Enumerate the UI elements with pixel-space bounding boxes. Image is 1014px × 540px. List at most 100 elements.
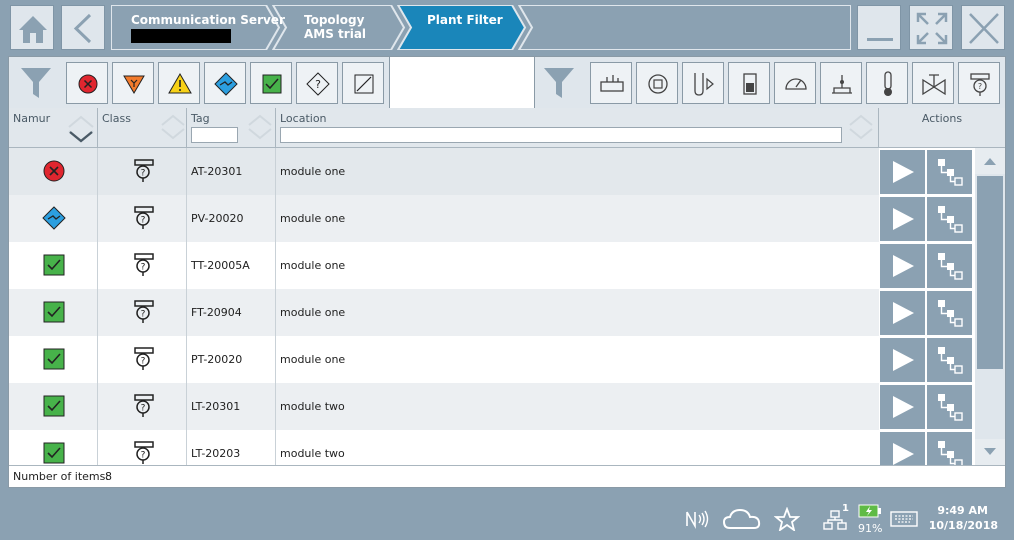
filter-function-check-button[interactable] xyxy=(112,62,154,104)
close-icon xyxy=(969,13,999,44)
filter-unknown-device-button[interactable]: ? xyxy=(958,62,1000,104)
tag-cell: LT-20203 xyxy=(187,430,276,465)
ok-status-icon xyxy=(43,348,65,370)
open-device-button[interactable] xyxy=(880,385,925,429)
svg-text:?: ? xyxy=(315,78,321,91)
svg-text:?: ? xyxy=(141,263,146,273)
filter-flow-button[interactable] xyxy=(682,62,724,104)
column-class[interactable]: Class xyxy=(98,108,187,148)
plant-filter-panel: ? ? Namur Class Tag Location Actions ? A… xyxy=(8,56,1006,488)
filter-not-assigned-button[interactable] xyxy=(342,62,384,104)
unknown-device-icon: ? xyxy=(134,300,154,323)
sort-toggle-icon[interactable] xyxy=(160,114,186,140)
caret-up-icon xyxy=(984,158,996,165)
filter-spacer xyxy=(389,57,535,108)
vertical-scrollbar[interactable] xyxy=(975,148,1005,465)
table-row[interactable]: ? LT-20203 module two xyxy=(9,430,879,465)
breadcrumb-server[interactable]: Communication Server xyxy=(131,13,285,43)
filter-bar: ? ? xyxy=(9,57,1005,108)
show-in-topology-button[interactable] xyxy=(927,291,972,335)
show-in-topology-button[interactable] xyxy=(927,197,972,241)
filter-controller-button[interactable] xyxy=(636,62,678,104)
table-row[interactable]: ? AT-20301 module one xyxy=(9,148,879,195)
column-location[interactable]: Location xyxy=(276,108,879,148)
cloud-icon[interactable] xyxy=(722,506,762,532)
tag-cell: PT-20020 xyxy=(187,336,276,383)
back-button[interactable] xyxy=(61,5,105,50)
open-device-button[interactable] xyxy=(880,197,925,241)
fullscreen-button[interactable] xyxy=(909,5,953,50)
star-icon[interactable] xyxy=(774,507,800,531)
table-row[interactable]: ? FT-20904 module one xyxy=(9,289,879,336)
open-device-button[interactable] xyxy=(880,244,925,288)
failure-status-icon xyxy=(43,160,65,182)
scrollbar-thumb[interactable] xyxy=(977,176,1003,369)
failure-icon xyxy=(78,74,98,94)
table-row[interactable]: ? PT-20020 module one xyxy=(9,336,879,383)
play-icon xyxy=(893,208,914,230)
open-device-button[interactable] xyxy=(880,150,925,194)
item-count-label: Number of items: xyxy=(13,470,110,483)
filter-out-of-spec-button[interactable] xyxy=(158,62,200,104)
open-device-button[interactable] xyxy=(880,432,925,465)
namur-cell xyxy=(9,430,98,465)
status-filter-funnel-icon[interactable] xyxy=(15,62,57,104)
table-row[interactable]: ? LT-20301 module two xyxy=(9,383,879,430)
open-device-button[interactable] xyxy=(880,291,925,335)
sort-toggle-icon[interactable] xyxy=(247,114,273,140)
show-in-topology-button[interactable] xyxy=(927,432,972,465)
battery-charging-icon[interactable] xyxy=(858,504,882,518)
home-button[interactable] xyxy=(10,5,54,50)
filter-analysis-button[interactable] xyxy=(820,62,862,104)
sort-descending-icon[interactable] xyxy=(67,114,95,144)
filter-ok-button[interactable] xyxy=(250,62,292,104)
table-row[interactable]: ? PV-20020 module one xyxy=(9,195,879,242)
tag-filter-input[interactable] xyxy=(191,127,238,143)
item-count-value: 8 xyxy=(105,470,112,483)
breadcrumb-topology[interactable]: Topology AMS trial xyxy=(304,13,366,41)
show-in-topology-button[interactable] xyxy=(927,338,972,382)
minimize-button[interactable] xyxy=(857,5,901,50)
sort-toggle-icon[interactable] xyxy=(848,114,874,140)
filter-maintenance-button[interactable] xyxy=(204,62,246,104)
show-in-topology-button[interactable] xyxy=(927,385,972,429)
class-filter-group: ? xyxy=(535,57,1005,108)
tag-cell: AT-20301 xyxy=(187,148,276,195)
filter-failure-button[interactable] xyxy=(66,62,108,104)
location-cell: module one xyxy=(276,336,879,383)
class-cell: ? xyxy=(98,336,187,383)
namur-cell xyxy=(9,148,98,195)
filter-temperature-button[interactable] xyxy=(866,62,908,104)
controller-icon xyxy=(648,74,668,94)
tag-value: LT-20203 xyxy=(191,447,241,460)
tag-value: PT-20020 xyxy=(191,353,243,366)
svg-text:?: ? xyxy=(141,451,146,461)
close-button[interactable] xyxy=(961,5,1005,50)
nfc-icon[interactable] xyxy=(684,508,710,530)
breadcrumb-plant-filter[interactable]: Plant Filter xyxy=(427,13,503,27)
scroll-down-button[interactable] xyxy=(975,439,1005,465)
class-cell: ? xyxy=(98,195,187,242)
show-in-topology-button[interactable] xyxy=(927,150,972,194)
filter-pressure-button[interactable] xyxy=(774,62,816,104)
column-namur[interactable]: Namur xyxy=(9,108,98,148)
filter-unknown-button[interactable]: ? xyxy=(296,62,338,104)
show-in-topology-button[interactable] xyxy=(927,244,972,288)
column-tag[interactable]: Tag xyxy=(187,108,276,148)
location-filter-input[interactable] xyxy=(280,127,842,143)
scroll-up-button[interactable] xyxy=(975,148,1005,174)
filter-gateway-button[interactable] xyxy=(590,62,632,104)
table-row[interactable]: ? TT-20005A module one xyxy=(9,242,879,289)
tag-value: LT-20301 xyxy=(191,400,241,413)
class-filter-funnel-icon[interactable] xyxy=(538,62,580,104)
location-value: module two xyxy=(280,447,345,460)
location-value: module one xyxy=(280,259,346,272)
topology-tree-icon xyxy=(938,253,963,280)
open-device-button[interactable] xyxy=(880,338,925,382)
topology-tree-icon xyxy=(938,394,963,421)
filter-valve-button[interactable] xyxy=(912,62,954,104)
ok-status-icon xyxy=(43,442,65,464)
unknown-device-icon: ? xyxy=(134,159,154,182)
filter-level-button[interactable] xyxy=(728,62,770,104)
keyboard-icon[interactable] xyxy=(890,510,918,528)
